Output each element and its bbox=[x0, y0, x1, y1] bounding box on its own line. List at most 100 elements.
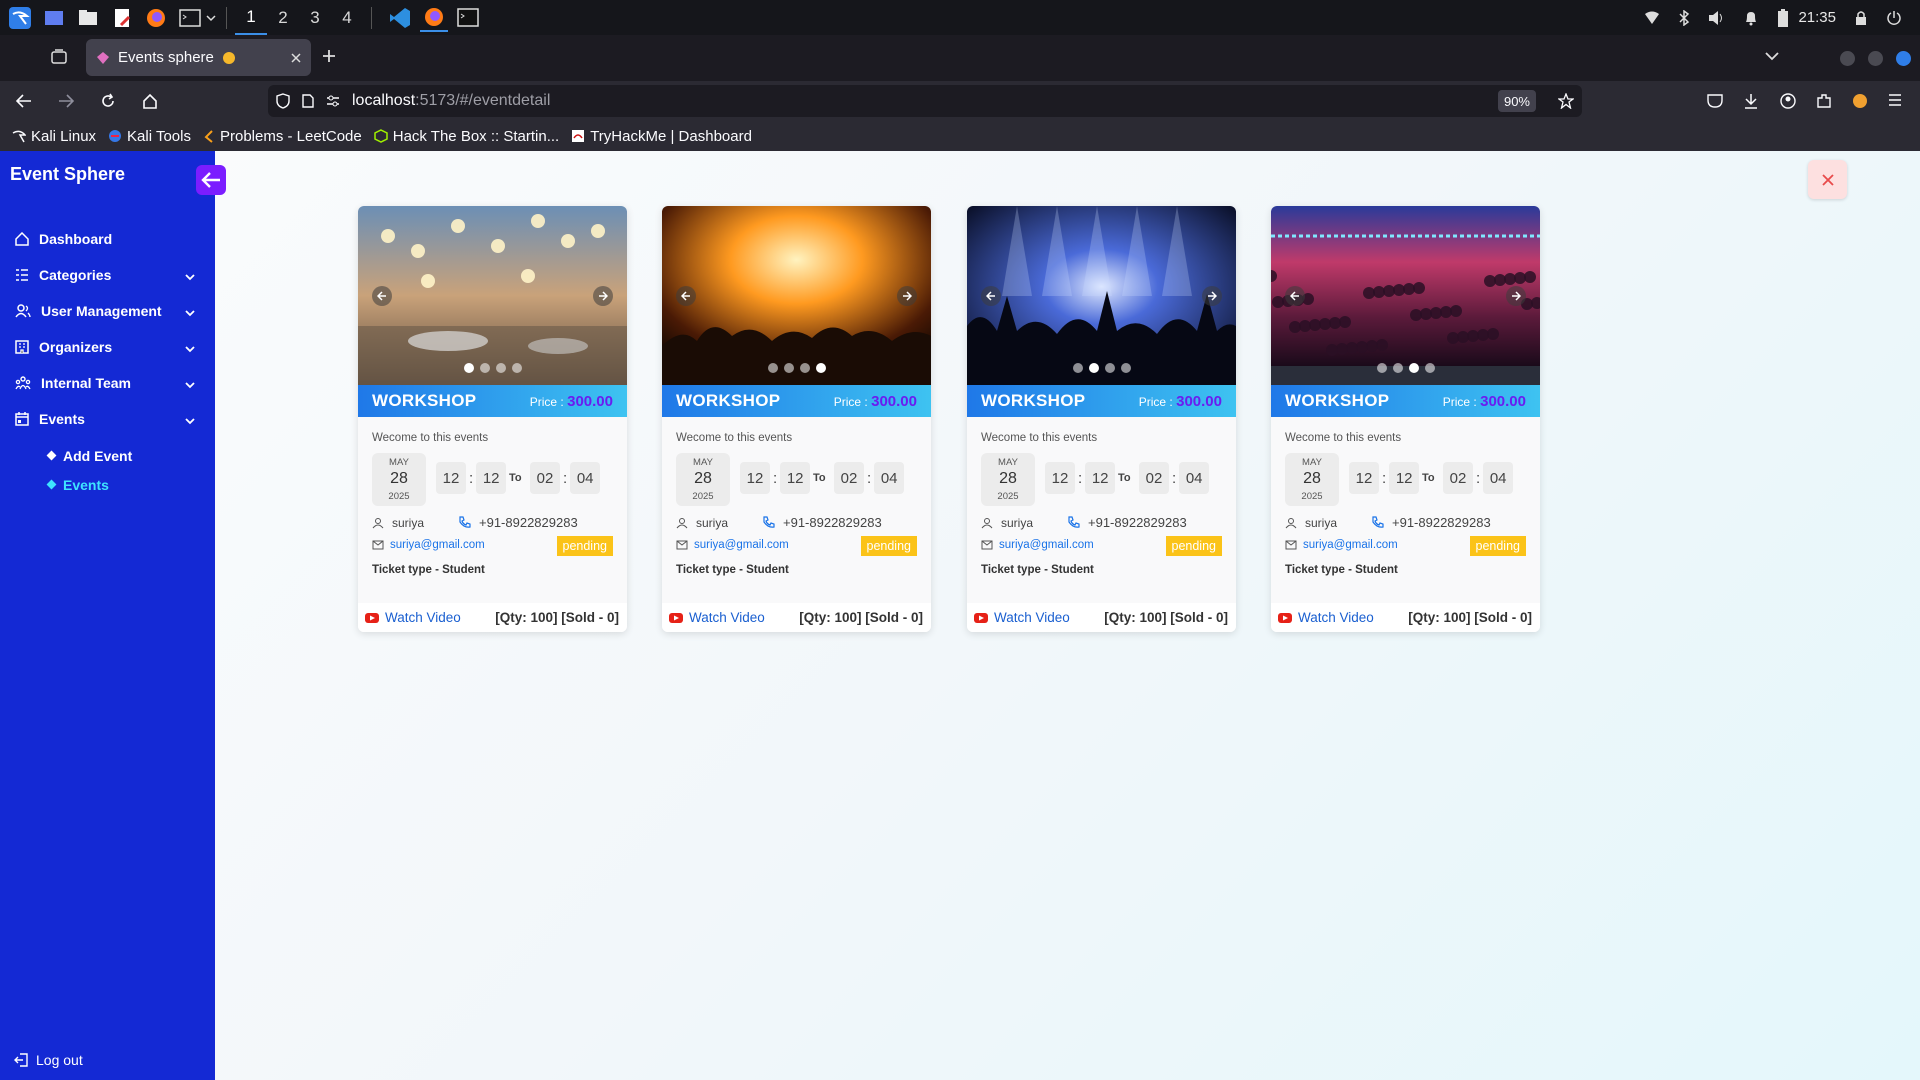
bookmark-tryhackme[interactable]: TryHackMe | Dashboard bbox=[571, 128, 752, 145]
page-icon[interactable] bbox=[302, 94, 314, 108]
carousel-dot[interactable] bbox=[1408, 363, 1419, 373]
carousel-dot[interactable] bbox=[799, 363, 810, 373]
carousel-dot[interactable] bbox=[783, 363, 794, 373]
workspace-2[interactable]: 2 bbox=[267, 0, 299, 35]
wifi-icon[interactable] bbox=[1644, 11, 1660, 25]
bookmark-leetcode[interactable]: Problems - LeetCode bbox=[203, 128, 362, 145]
back-button[interactable] bbox=[6, 83, 42, 119]
carousel-dot[interactable] bbox=[463, 363, 474, 373]
bookmark-hack-the-box[interactable]: Hack The Box :: Startin... bbox=[373, 128, 559, 145]
new-tab-icon[interactable] bbox=[322, 49, 336, 63]
chevron-down-icon[interactable] bbox=[185, 268, 195, 284]
notification-bell-icon[interactable] bbox=[1744, 10, 1758, 26]
workspace-1[interactable]: 1 bbox=[235, 0, 267, 35]
firefox-icon[interactable] bbox=[142, 4, 170, 32]
lock-icon[interactable] bbox=[1854, 10, 1868, 26]
carousel-dot[interactable] bbox=[1120, 363, 1131, 373]
bluetooth-icon[interactable] bbox=[1678, 9, 1690, 26]
sidebar-collapse-button[interactable] bbox=[196, 165, 226, 195]
logout-button[interactable]: Log out bbox=[14, 1052, 83, 1068]
desktop-icon[interactable] bbox=[40, 4, 68, 32]
watch-video-link[interactable]: Watch Video bbox=[1278, 610, 1374, 625]
sidebar-item-organizers[interactable]: Organizers bbox=[0, 329, 215, 365]
pocket-icon[interactable] bbox=[1707, 93, 1723, 108]
account-icon[interactable] bbox=[1780, 93, 1796, 109]
menu-icon[interactable] bbox=[1888, 94, 1902, 106]
carousel-prev-button[interactable] bbox=[981, 286, 1001, 306]
bookmark-star-icon[interactable] bbox=[1558, 93, 1574, 109]
carousel-next-button[interactable] bbox=[1202, 286, 1222, 306]
window-maximize-button[interactable] bbox=[1868, 51, 1883, 66]
chevron-down-icon[interactable] bbox=[185, 376, 195, 392]
carousel-dot[interactable] bbox=[767, 363, 778, 373]
download-icon[interactable] bbox=[1744, 93, 1758, 109]
shield-icon[interactable] bbox=[276, 93, 290, 109]
window-minimize-button[interactable] bbox=[1840, 51, 1855, 66]
organizer-email[interactable]: suriya@gmail.com bbox=[999, 539, 1094, 551]
window-close-button[interactable] bbox=[1896, 51, 1911, 66]
carousel-next-button[interactable] bbox=[1506, 286, 1526, 306]
sidebar-item-internal-team[interactable]: Internal Team bbox=[0, 365, 215, 401]
vscode-icon[interactable] bbox=[386, 4, 414, 32]
sidebar-item-events[interactable]: Events bbox=[0, 401, 215, 437]
carousel-prev-button[interactable] bbox=[372, 286, 392, 306]
power-icon[interactable] bbox=[1886, 10, 1902, 26]
carousel-dot[interactable] bbox=[511, 363, 522, 373]
carousel-prev-button[interactable] bbox=[676, 286, 696, 306]
sidebar-subitem-events[interactable]: Events bbox=[0, 470, 215, 499]
zoom-level[interactable]: 90% bbox=[1497, 90, 1536, 112]
terminal-icon[interactable] bbox=[176, 4, 204, 32]
extension-avatar-icon[interactable] bbox=[1852, 93, 1868, 109]
chevron-down-icon[interactable] bbox=[185, 340, 195, 356]
carousel-dot[interactable] bbox=[1376, 363, 1387, 373]
watch-video-link[interactable]: Watch Video bbox=[974, 610, 1070, 625]
watch-video-link[interactable]: Watch Video bbox=[365, 610, 461, 625]
organizer-email[interactable]: suriya@gmail.com bbox=[390, 539, 485, 551]
tab-events-sphere[interactable]: Events sphere bbox=[86, 39, 311, 76]
carousel-dot[interactable] bbox=[1104, 363, 1115, 373]
carousel-dot[interactable] bbox=[1424, 363, 1435, 373]
carousel-dot[interactable] bbox=[1072, 363, 1083, 373]
sidebar-item-user-management[interactable]: User Management bbox=[0, 293, 215, 329]
carousel-next-button[interactable] bbox=[593, 286, 613, 306]
url-text[interactable]: localhost:5173/#/eventdetail bbox=[352, 92, 550, 110]
watch-video-link[interactable]: Watch Video bbox=[669, 610, 765, 625]
close-tab-icon[interactable] bbox=[291, 52, 301, 63]
organizer-email[interactable]: suriya@gmail.com bbox=[694, 539, 789, 551]
carousel-dot[interactable] bbox=[479, 363, 490, 373]
home-button[interactable] bbox=[132, 83, 168, 119]
text-editor-icon[interactable] bbox=[108, 4, 136, 32]
sidebar-subitem-add-event[interactable]: Add Event bbox=[0, 441, 215, 470]
sidebar-item-categories[interactable]: Categories bbox=[0, 257, 215, 293]
list-tabs-icon[interactable] bbox=[1765, 51, 1779, 61]
carousel-dot[interactable] bbox=[1392, 363, 1403, 373]
chevron-down-icon[interactable] bbox=[185, 412, 195, 428]
carousel-dot[interactable] bbox=[1088, 363, 1099, 373]
volume-icon[interactable] bbox=[1708, 10, 1726, 26]
sidebar-subitem-label: Add Event bbox=[63, 447, 133, 464]
start-minute: 12 bbox=[1085, 462, 1116, 494]
bookmark-kali-linux[interactable]: Kali Linux bbox=[12, 128, 96, 145]
carousel-dot[interactable] bbox=[815, 363, 826, 373]
bookmark-kali-tools[interactable]: Kali Tools bbox=[108, 128, 191, 145]
extensions-icon[interactable] bbox=[1816, 93, 1832, 109]
workspace-3[interactable]: 3 bbox=[299, 0, 331, 35]
firefox-window-icon[interactable] bbox=[420, 4, 448, 32]
chevron-down-icon[interactable] bbox=[204, 4, 218, 32]
chevron-down-icon[interactable] bbox=[185, 304, 195, 320]
forward-button[interactable] bbox=[48, 83, 84, 119]
carousel-next-button[interactable] bbox=[897, 286, 917, 306]
files-icon[interactable] bbox=[74, 4, 102, 32]
carousel-dot[interactable] bbox=[495, 363, 506, 373]
carousel-prev-button[interactable] bbox=[1285, 286, 1305, 306]
kali-menu-icon[interactable] bbox=[6, 4, 34, 32]
url-bar[interactable]: localhost:5173/#/eventdetail 90% bbox=[268, 85, 1582, 117]
workspace-4[interactable]: 4 bbox=[331, 0, 363, 35]
organizer-email[interactable]: suriya@gmail.com bbox=[1303, 539, 1398, 551]
permissions-icon[interactable] bbox=[326, 95, 340, 107]
terminal-window-icon[interactable] bbox=[454, 4, 482, 32]
close-button[interactable] bbox=[1808, 160, 1847, 199]
reload-button[interactable] bbox=[90, 83, 126, 119]
tab-overview-icon[interactable] bbox=[50, 48, 68, 66]
sidebar-item-dashboard[interactable]: Dashboard bbox=[0, 221, 215, 257]
